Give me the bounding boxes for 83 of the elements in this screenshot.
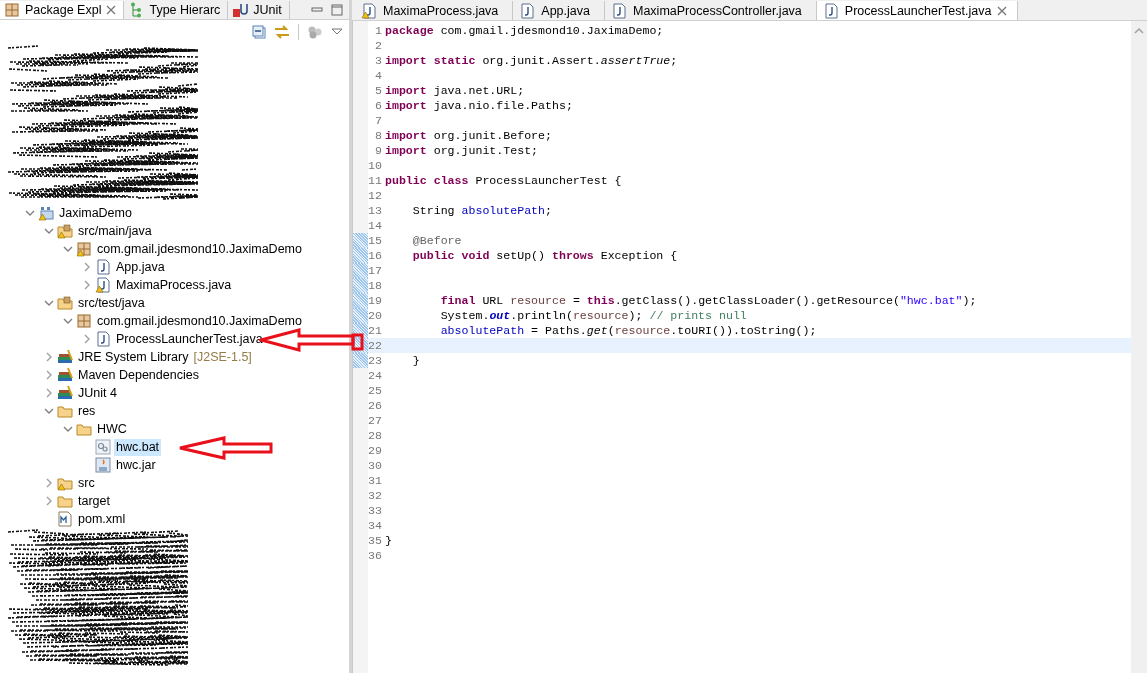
tree-item[interactable]: src — [76, 474, 97, 492]
tree-item[interactable]: com.gmail.jdesmond10.JaximaDemo — [95, 240, 304, 258]
code-line: } — [385, 534, 392, 547]
scroll-up-icon[interactable] — [1134, 27, 1144, 34]
line-number: 32 — [368, 489, 383, 502]
junit-icon — [232, 2, 249, 18]
line-number: 8 — [374, 129, 383, 142]
line-number: 10 — [368, 159, 383, 172]
tree-item[interactable]: ProcessLauncherTest.java — [114, 330, 265, 348]
tree-item[interactable]: target — [76, 492, 112, 510]
line-number: 18 — [368, 279, 383, 292]
code-line: System.out.println(resource); // prints null — [439, 309, 747, 322]
line-number: 13 — [368, 204, 383, 217]
line-number: 2 — [374, 39, 383, 52]
line-number: 16 — [368, 249, 383, 262]
line-number: 26 — [368, 399, 383, 412]
view-menu-icon[interactable] — [331, 28, 343, 36]
line-number: 19 — [368, 294, 383, 307]
line-number: 35 — [368, 534, 383, 547]
tree-item[interactable]: JaximaDemo — [57, 204, 134, 222]
line-number: 7 — [374, 114, 383, 127]
code-line: import static org.junit.Assert.assertTrue; — [385, 54, 678, 67]
view-tab[interactable]: Package Expl — [0, 1, 125, 19]
line-number: 21 — [368, 324, 383, 337]
maximize-icon[interactable] — [331, 3, 343, 16]
line-number: 22 — [368, 339, 383, 352]
tree-item[interactable]: MaximaProcess.java — [114, 276, 234, 294]
code-line: } — [411, 354, 420, 367]
link-editor-icon[interactable] — [274, 25, 290, 39]
line-number: 12 — [368, 189, 383, 202]
code-line: final URL resource = this.getClass().getClassLoader().getResource("hwc.bat"); — [439, 294, 977, 307]
line-number: 4 — [374, 69, 383, 82]
tree-item[interactable]: res — [76, 402, 98, 420]
tree-item-decoration: [J2SE-1.5] — [193, 350, 252, 364]
code-line: String absolutePath; — [411, 204, 552, 217]
line-number: 1 — [374, 24, 383, 37]
editor-tab[interactable]: ProcessLauncherTest.java — [816, 1, 1019, 20]
line-number: 3 — [374, 54, 383, 67]
package-icon — [4, 2, 20, 18]
line-number: 34 — [368, 519, 383, 532]
line-number: 31 — [368, 474, 383, 487]
line-number: 24 — [368, 369, 383, 382]
line-number: 6 — [374, 99, 383, 112]
tree-item[interactable]: hwc.jar — [114, 456, 158, 474]
tree-item[interactable]: hwc.bat — [114, 438, 162, 456]
line-number: 30 — [368, 459, 383, 472]
code-line: package com.gmail.jdesmond10.JaximaDemo; — [385, 24, 664, 37]
line-number: 29 — [368, 444, 383, 457]
tree-item[interactable]: src/main/java — [76, 222, 154, 240]
line-number: 14 — [368, 219, 383, 232]
line-number: 5 — [374, 84, 383, 97]
line-number: 9 — [374, 144, 383, 157]
code-line: public void setUp() throws Exception { — [411, 249, 678, 262]
line-number: 28 — [368, 429, 383, 442]
code-line: import java.net.URL; — [385, 84, 525, 97]
tree-item[interactable]: JUnit 4 — [76, 384, 119, 402]
tree-item[interactable]: com.gmail.jdesmond10.JaximaDemo — [95, 312, 304, 330]
collapse-all-icon[interactable] — [252, 25, 266, 39]
code-line: public class ProcessLauncherTest { — [385, 174, 622, 187]
code-line: import org.junit.Test; — [385, 144, 539, 157]
code-line: import org.junit.Before; — [385, 129, 552, 142]
tree-item[interactable]: src/test/java — [76, 294, 147, 312]
minimize-icon[interactable] — [311, 4, 323, 15]
close-icon[interactable] — [997, 5, 1008, 16]
line-number: 20 — [368, 309, 383, 322]
code-line: absolutePath = Paths.get(resource.toURI()).toString(); — [439, 324, 817, 337]
code-line: @Before — [411, 234, 462, 247]
line-number: 23 — [368, 354, 383, 367]
close-icon[interactable] — [106, 5, 117, 15]
line-number: 25 — [368, 384, 383, 397]
code-line: import java.nio.file.Paths; — [385, 99, 573, 112]
line-number: 36 — [368, 549, 383, 562]
tree-item[interactable]: Maven Dependencies — [76, 366, 201, 384]
line-number: 27 — [368, 414, 383, 427]
line-number: 17 — [368, 264, 383, 277]
line-number: 11 — [368, 174, 383, 187]
line-number: 15 — [368, 234, 383, 247]
line-number: 33 — [368, 504, 383, 517]
tree-item[interactable]: JRE System Library — [76, 348, 191, 366]
tree-item[interactable]: App.java — [114, 258, 167, 276]
tree-item[interactable]: HWC — [95, 420, 129, 438]
tree-item[interactable]: pom.xml — [76, 510, 128, 528]
dots-icon[interactable] — [307, 25, 323, 39]
